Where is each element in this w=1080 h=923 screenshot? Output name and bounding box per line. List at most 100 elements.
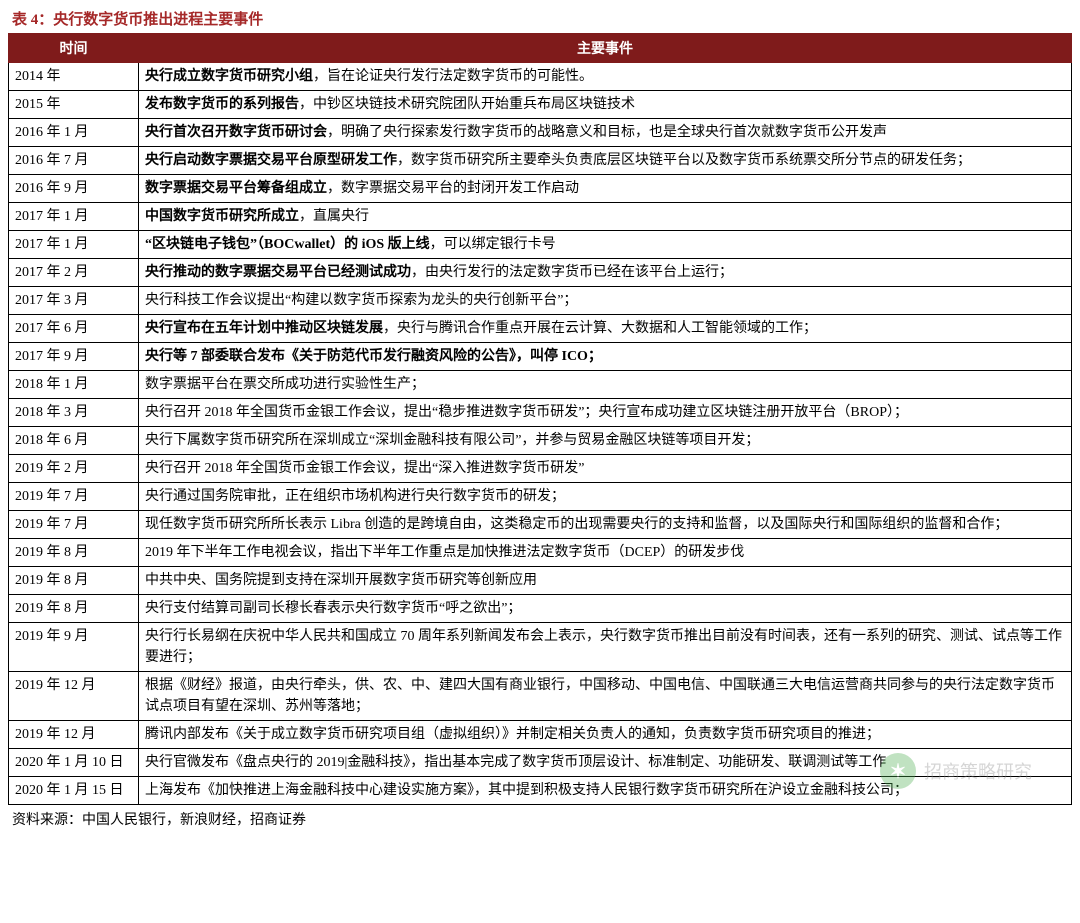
event-rest: 根据《财经》报道，由央行牵头，供、农、中、建四大国有商业银行，中国移动、中国电信… bbox=[145, 678, 1055, 714]
cell-time: 2017 年 1 月 bbox=[9, 231, 139, 259]
event-rest: 央行官微发布《盘点央行的 2019|金融科技》，指出基本完成了数字货币顶层设计、… bbox=[145, 755, 886, 770]
event-rest: 腾讯内部发布《关于成立数字货币研究项目组（虚拟组织）》并制定相关负责人的通知，负… bbox=[145, 727, 880, 742]
cell-event: 央行等 7 部委联合发布《关于防范代币发行融资风险的公告》，叫停 ICO； bbox=[139, 343, 1072, 371]
event-rest: 央行召开 2018 年全国货币金银工作会议，提出“深入推进数字货币研发” bbox=[145, 461, 584, 476]
event-lead: 发布数字货币的系列报告 bbox=[145, 97, 299, 112]
events-table: 时间 主要事件 2014 年央行成立数字货币研究小组，旨在论证央行发行法定数字货… bbox=[8, 33, 1072, 805]
watermark-text: 招商策略研究 bbox=[924, 758, 1032, 784]
cell-time: 2016 年 7 月 bbox=[9, 147, 139, 175]
watermark: ✶ 招商策略研究 bbox=[880, 753, 1032, 789]
table-row: 2015 年发布数字货币的系列报告，中钞区块链技术研究院团队开始重兵布局区块链技… bbox=[9, 91, 1072, 119]
cell-event: 数字票据平台在票交所成功进行实验性生产； bbox=[139, 371, 1072, 399]
event-rest: 中共中央、国务院提到支持在深圳开展数字货币研究等创新应用 bbox=[145, 573, 537, 588]
table-row: 2019 年 2 月央行召开 2018 年全国货币金银工作会议，提出“深入推进数… bbox=[9, 455, 1072, 483]
cell-time: 2014 年 bbox=[9, 63, 139, 91]
cell-event: 央行行长易纲在庆祝中华人民共和国成立 70 周年系列新闻发布会上表示，央行数字货… bbox=[139, 623, 1072, 672]
cell-time: 2017 年 9 月 bbox=[9, 343, 139, 371]
table-row: 2014 年央行成立数字货币研究小组，旨在论证央行发行法定数字货币的可能性。 bbox=[9, 63, 1072, 91]
event-rest: ，数字货币研究所主要牵头负责底层区块链平台以及数字货币系统票交所分节点的研发任务… bbox=[397, 153, 971, 168]
cell-time: 2019 年 12 月 bbox=[9, 672, 139, 721]
event-lead: “区块链电子钱包”（BOCwallet）的 iOS 版上线 bbox=[145, 237, 430, 252]
cell-time: 2017 年 1 月 bbox=[9, 203, 139, 231]
wechat-icon: ✶ bbox=[880, 753, 916, 789]
cell-event: 央行推动的数字票据交易平台已经测试成功，由央行发行的法定数字货币已经在该平台上运… bbox=[139, 259, 1072, 287]
event-rest: 央行支付结算司副司长穆长春表示央行数字货币“呼之欲出”； bbox=[145, 601, 521, 616]
event-lead: 央行推动的数字票据交易平台已经测试成功 bbox=[145, 265, 411, 280]
table-row: 2016 年 9 月数字票据交易平台筹备组成立，数字票据交易平台的封闭开发工作启… bbox=[9, 175, 1072, 203]
cell-time: 2015 年 bbox=[9, 91, 139, 119]
cell-event: 央行下属数字货币研究所在深圳成立“深圳金融科技有限公司”，并参与贸易金融区块链等… bbox=[139, 427, 1072, 455]
table-row: 2016 年 7 月央行启动数字票据交易平台原型研发工作，数字货币研究所主要牵头… bbox=[9, 147, 1072, 175]
event-lead: 央行成立数字货币研究小组 bbox=[145, 69, 313, 84]
cell-time: 2018 年 3 月 bbox=[9, 399, 139, 427]
cell-event: 央行宣布在五年计划中推动区块链发展，央行与腾讯合作重点开展在云计算、大数据和人工… bbox=[139, 315, 1072, 343]
cell-time: 2019 年 7 月 bbox=[9, 483, 139, 511]
event-lead: 中国数字货币研究所成立 bbox=[145, 209, 299, 224]
col-time-header: 时间 bbox=[9, 34, 139, 63]
event-rest: 2019 年下半年工作电视会议，指出下半年工作重点是加快推进法定数字货币（DCE… bbox=[145, 545, 744, 560]
cell-event: 发布数字货币的系列报告，中钞区块链技术研究院团队开始重兵布局区块链技术 bbox=[139, 91, 1072, 119]
cell-event: 央行启动数字票据交易平台原型研发工作，数字货币研究所主要牵头负责底层区块链平台以… bbox=[139, 147, 1072, 175]
cell-event: 现任数字货币研究所所长表示 Libra 创造的是跨境自由，这类稳定币的出现需要央… bbox=[139, 511, 1072, 539]
cell-event: 央行成立数字货币研究小组，旨在论证央行发行法定数字货币的可能性。 bbox=[139, 63, 1072, 91]
cell-time: 2019 年 8 月 bbox=[9, 567, 139, 595]
event-rest: 央行通过国务院审批，正在组织市场机构进行央行数字货币的研发； bbox=[145, 489, 565, 504]
table-row: 2019 年 8 月央行支付结算司副司长穆长春表示央行数字货币“呼之欲出”； bbox=[9, 595, 1072, 623]
event-rest: ，可以绑定银行卡号 bbox=[430, 237, 556, 252]
source-line: 资料来源：中国人民银行，新浪财经，招商证券 bbox=[8, 809, 1072, 829]
table-title: 表 4：央行数字货币推出进程主要事件 bbox=[8, 8, 1072, 29]
cell-time: 2019 年 8 月 bbox=[9, 539, 139, 567]
table-row: 2019 年 7 月现任数字货币研究所所长表示 Libra 创造的是跨境自由，这… bbox=[9, 511, 1072, 539]
cell-time: 2018 年 1 月 bbox=[9, 371, 139, 399]
event-rest: ，直属央行 bbox=[299, 209, 369, 224]
table-row: 2017 年 1 月“区块链电子钱包”（BOCwallet）的 iOS 版上线，… bbox=[9, 231, 1072, 259]
cell-time: 2018 年 6 月 bbox=[9, 427, 139, 455]
cell-event: 腾讯内部发布《关于成立数字货币研究项目组（虚拟组织）》并制定相关负责人的通知，负… bbox=[139, 721, 1072, 749]
cell-time: 2017 年 6 月 bbox=[9, 315, 139, 343]
table-row: 2019 年 8 月 2019 年下半年工作电视会议，指出下半年工作重点是加快推进… bbox=[9, 539, 1072, 567]
cell-time: 2016 年 1 月 bbox=[9, 119, 139, 147]
cell-event: “区块链电子钱包”（BOCwallet）的 iOS 版上线，可以绑定银行卡号 bbox=[139, 231, 1072, 259]
cell-event: 央行科技工作会议提出“构建以数字货币探索为龙头的央行创新平台”； bbox=[139, 287, 1072, 315]
event-rest: 央行科技工作会议提出“构建以数字货币探索为龙头的央行创新平台”； bbox=[145, 293, 577, 308]
cell-time: 2019 年 2 月 bbox=[9, 455, 139, 483]
event-lead: 央行宣布在五年计划中推动区块链发展 bbox=[145, 321, 383, 336]
cell-time: 2017 年 3 月 bbox=[9, 287, 139, 315]
cell-event: 2019 年下半年工作电视会议，指出下半年工作重点是加快推进法定数字货币（DCE… bbox=[139, 539, 1072, 567]
event-rest: 央行行长易纲在庆祝中华人民共和国成立 70 周年系列新闻发布会上表示，央行数字货… bbox=[145, 629, 1062, 665]
cell-time: 2020 年 1 月 15 日 bbox=[9, 777, 139, 805]
cell-event: 央行首次召开数字货币研讨会，明确了央行探索发行数字货币的战略意义和目标，也是全球… bbox=[139, 119, 1072, 147]
event-lead: 央行启动数字票据交易平台原型研发工作 bbox=[145, 153, 397, 168]
event-rest: ，旨在论证央行发行法定数字货币的可能性。 bbox=[313, 69, 593, 84]
event-rest: ，数字票据交易平台的封闭开发工作启动 bbox=[327, 181, 579, 196]
table-row: 2019 年 12 月腾讯内部发布《关于成立数字货币研究项目组（虚拟组织）》并制… bbox=[9, 721, 1072, 749]
cell-time: 2019 年 9 月 bbox=[9, 623, 139, 672]
cell-time: 2019 年 7 月 bbox=[9, 511, 139, 539]
cell-time: 2019 年 12 月 bbox=[9, 721, 139, 749]
table-row: 2018 年 6 月央行下属数字货币研究所在深圳成立“深圳金融科技有限公司”，并… bbox=[9, 427, 1072, 455]
table-row: 2019 年 12 月根据《财经》报道，由央行牵头，供、农、中、建四大国有商业银… bbox=[9, 672, 1072, 721]
event-rest: 数字票据平台在票交所成功进行实验性生产； bbox=[145, 377, 425, 392]
col-event-header: 主要事件 bbox=[139, 34, 1072, 63]
table-row: 2017 年 6 月央行宣布在五年计划中推动区块链发展，央行与腾讯合作重点开展在… bbox=[9, 315, 1072, 343]
table-row: 2017 年 1 月中国数字货币研究所成立，直属央行 bbox=[9, 203, 1072, 231]
event-rest: ，央行与腾讯合作重点开展在云计算、大数据和人工智能领域的工作； bbox=[383, 321, 817, 336]
table-row: 2019 年 8 月中共中央、国务院提到支持在深圳开展数字货币研究等创新应用 bbox=[9, 567, 1072, 595]
table-row: 2019 年 9 月央行行长易纲在庆祝中华人民共和国成立 70 周年系列新闻发布… bbox=[9, 623, 1072, 672]
cell-event: 中共中央、国务院提到支持在深圳开展数字货币研究等创新应用 bbox=[139, 567, 1072, 595]
cell-time: 2016 年 9 月 bbox=[9, 175, 139, 203]
event-rest: 现任数字货币研究所所长表示 Libra 创造的是跨境自由，这类稳定币的出现需要央… bbox=[145, 517, 1008, 532]
table-row: 2017 年 2 月央行推动的数字票据交易平台已经测试成功，由央行发行的法定数字… bbox=[9, 259, 1072, 287]
table-row: 2016 年 1 月央行首次召开数字货币研讨会，明确了央行探索发行数字货币的战略… bbox=[9, 119, 1072, 147]
cell-event: 央行支付结算司副司长穆长春表示央行数字货币“呼之欲出”； bbox=[139, 595, 1072, 623]
table-row: 2018 年 1 月数字票据平台在票交所成功进行实验性生产； bbox=[9, 371, 1072, 399]
event-lead: 数字票据交易平台筹备组成立 bbox=[145, 181, 327, 196]
event-rest: ，中钞区块链技术研究院团队开始重兵布局区块链技术 bbox=[299, 97, 635, 112]
table-row: 2017 年 9 月央行等 7 部委联合发布《关于防范代币发行融资风险的公告》，… bbox=[9, 343, 1072, 371]
cell-time: 2020 年 1 月 10 日 bbox=[9, 749, 139, 777]
table-row: 2017 年 3 月央行科技工作会议提出“构建以数字货币探索为龙头的央行创新平台… bbox=[9, 287, 1072, 315]
cell-event: 央行召开 2018 年全国货币金银工作会议，提出“深入推进数字货币研发” bbox=[139, 455, 1072, 483]
table-row: 2019 年 7 月央行通过国务院审批，正在组织市场机构进行央行数字货币的研发； bbox=[9, 483, 1072, 511]
event-rest: 上海发布《加快推进上海金融科技中心建设实施方案》，其中提到积极支持人民银行数字货… bbox=[145, 783, 908, 798]
table-row: 2018 年 3 月央行召开 2018 年全国货币金银工作会议，提出“稳步推进数… bbox=[9, 399, 1072, 427]
